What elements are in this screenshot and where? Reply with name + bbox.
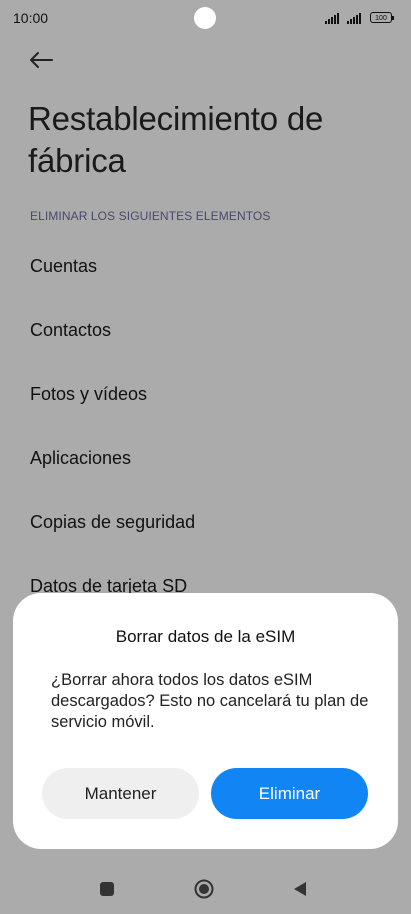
list-item-contacts: Contactos xyxy=(30,320,112,340)
navigation-bar xyxy=(0,860,411,914)
signal-icon-2 xyxy=(347,12,361,24)
home-circle-icon[interactable] xyxy=(194,879,214,899)
status-bar: 10:00 100 xyxy=(0,0,411,38)
recents-square-icon[interactable] xyxy=(100,882,114,896)
screen: 10:00 100 Restablecimiento de fábrica EL… xyxy=(0,0,411,914)
dialog-message: ¿Borrar ahora todos los datos eSIM desca… xyxy=(51,671,369,731)
list-item-backups: Copias de seguridad xyxy=(30,512,196,532)
back-triangle-icon[interactable] xyxy=(292,881,308,897)
list-item-apps: Aplicaciones xyxy=(30,448,132,468)
page-title: Restablecimiento de fábrica xyxy=(28,100,324,179)
delete-button[interactable]: Eliminar xyxy=(211,768,368,819)
signal-icon xyxy=(325,12,339,24)
camera-cutout xyxy=(194,7,216,29)
section-header: ELIMINAR LOS SIGUIENTES ELEMENTOS xyxy=(30,209,271,223)
status-time: 10:00 xyxy=(13,10,49,26)
list-item-photos-videos: Fotos y vídeos xyxy=(30,384,148,404)
back-button[interactable] xyxy=(26,46,56,74)
battery-icon: 100 xyxy=(370,12,394,23)
keep-button[interactable]: Mantener xyxy=(42,768,199,819)
list-item-accounts: Cuentas xyxy=(30,256,98,276)
arrow-left-icon xyxy=(30,52,53,68)
esim-dialog: Borrar datos de la eSIM ¿Borrar ahora to… xyxy=(13,593,398,849)
dialog-title: Borrar datos de la eSIM xyxy=(115,627,296,646)
